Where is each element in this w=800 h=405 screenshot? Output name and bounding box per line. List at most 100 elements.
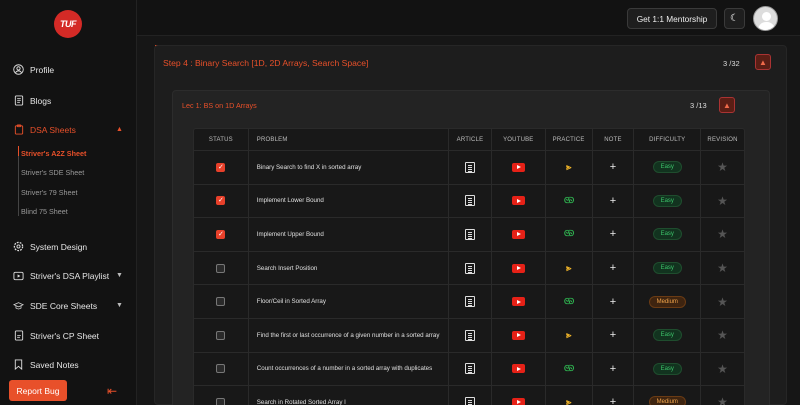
sidebar-subitem-sde[interactable]: Striver's SDE Sheet [21,168,84,177]
header-youtube: YOUTUBE [492,129,546,150]
status-checkbox[interactable] [216,263,226,273]
sidebar-item-blogs[interactable]: Blogs [13,95,51,106]
difficulty-badge: Medium [648,295,686,308]
article-icon[interactable] [465,262,475,274]
article-icon[interactable] [465,396,475,405]
sidebar-item-label: Striver's DSA Playlist [30,270,110,281]
note-cell: + [593,352,635,386]
star-icon[interactable]: ★ [717,295,728,309]
submenu-line [18,146,19,216]
sidebar-item-system-design[interactable]: System Design [13,241,87,252]
practice-cell[interactable]: ᘓᘐ [546,285,593,318]
mentorship-button[interactable]: Get 1:1 Mentorship [627,8,717,29]
lecture-title[interactable]: Lec 1: BS on 1D Arrays [182,101,257,110]
sidebar-item-profile[interactable]: Profile [13,64,54,75]
article-cell [449,218,492,251]
tuf-logo[interactable]: TUF [54,10,82,38]
practice-cell[interactable]: ᘓᘐ [546,352,593,386]
article-icon[interactable] [465,363,475,375]
practice-cell[interactable]: ⪢ [546,151,593,184]
youtube-icon[interactable] [511,297,525,307]
practice-cell[interactable]: ᘓᘐ [546,218,593,251]
problem-cell: Search Insert Position [249,251,450,285]
sidebar-subitem-a2z[interactable]: Striver's A2Z Sheet [21,149,86,158]
article-icon[interactable] [465,228,475,240]
report-bug-button[interactable]: Report Bug [9,380,67,401]
star-icon[interactable]: ★ [717,362,728,376]
sidebar-item-cp-sheet[interactable]: Striver's CP Sheet [13,330,99,341]
step-title[interactable]: Step 4 : Binary Search [1D, 2D Arrays, S… [163,58,368,68]
table-row: Floor/Ceil in Sorted Array ᘓᘐ + Medium ★ [194,285,744,319]
status-checkbox[interactable]: ✓ [216,229,226,239]
problems-table: STATUS PROBLEM ARTICLE YOUTUBE PRACTICE … [193,128,745,405]
status-checkbox[interactable] [216,397,226,405]
difficulty-badge: Easy [652,194,682,207]
moon-icon[interactable]: ☾ [724,8,745,29]
star-icon[interactable]: ★ [717,261,728,275]
youtube-icon[interactable] [511,229,525,239]
difficulty-cell: Easy [634,251,702,285]
graduation-cap-icon [13,300,24,311]
youtube-icon[interactable] [511,364,525,374]
youtube-icon[interactable] [511,330,525,340]
sidebar-subitem-blind75[interactable]: Blind 75 Sheet [21,207,68,216]
bookmark-icon [13,359,24,370]
sidebar-subitem-79[interactable]: Striver's 79 Sheet [21,188,78,197]
status-checkbox[interactable]: ✓ [216,196,226,206]
practice-cell[interactable]: ⪢ [546,251,593,285]
star-icon[interactable]: ★ [717,227,728,241]
problem-cell: Search in Rotated Sorted Array I [249,386,450,405]
avatar[interactable] [753,6,778,31]
plus-icon[interactable]: + [610,195,616,207]
youtube-cell [492,386,546,405]
article-cell [449,251,492,285]
plus-icon[interactable]: + [610,363,616,375]
star-icon[interactable]: ★ [717,194,728,208]
play-icon [13,270,24,281]
note-cell: + [593,218,635,251]
plus-icon[interactable]: + [610,396,616,405]
article-cell [449,352,492,386]
article-icon[interactable] [465,296,475,308]
practice-cell[interactable]: ⪢ [546,386,593,405]
gear-icon [13,241,24,252]
status-checkbox[interactable] [216,330,226,340]
chevron-down-icon[interactable]: ▼ [116,272,123,279]
plus-icon[interactable]: + [610,228,616,240]
lecture-collapse-button[interactable]: ▲ [719,97,735,113]
plus-icon[interactable]: + [610,329,616,341]
youtube-icon[interactable] [511,397,525,405]
sidebar-item-saved-notes[interactable]: Saved Notes [13,359,79,370]
youtube-icon[interactable] [511,263,525,273]
article-icon[interactable] [465,329,475,341]
status-checkbox[interactable] [216,297,226,307]
sidebar-item-dsa-playlist[interactable]: Striver's DSA Playlist ▼ [13,270,123,281]
star-icon[interactable]: ★ [717,160,728,174]
codingninjas-icon: ⪢ [566,161,572,172]
sidebar-item-sde-core[interactable]: SDE Core Sheets ▼ [13,300,123,311]
article-icon[interactable] [465,195,475,207]
youtube-cell [492,318,546,352]
chevron-down-icon[interactable]: ▼ [116,302,123,309]
star-icon[interactable]: ★ [717,328,728,342]
status-checkbox[interactable] [216,364,226,374]
plus-icon[interactable]: + [610,161,616,173]
plus-icon[interactable]: + [610,296,616,308]
youtube-icon[interactable] [511,196,525,206]
status-checkbox[interactable]: ✓ [216,162,226,172]
article-cell [449,318,492,352]
codingninjas-icon: ⪢ [566,329,572,340]
plus-icon[interactable]: + [610,262,616,274]
youtube-icon[interactable] [511,162,525,172]
article-icon[interactable] [465,161,475,173]
sidebar-item-dsa-sheets[interactable]: DSA Sheets ▲ [13,124,123,135]
star-icon[interactable]: ★ [717,395,728,405]
practice-cell[interactable]: ⪢ [546,318,593,352]
table-header: STATUS PROBLEM ARTICLE YOUTUBE PRACTICE … [194,129,744,151]
collapse-sidebar-icon[interactable]: ⇤ [107,384,117,398]
chevron-up-icon[interactable]: ▲ [116,126,123,133]
problem-cell: Implement Lower Bound [249,184,450,218]
step-collapse-button[interactable]: ▲ [755,54,771,70]
practice-cell[interactable]: ᘓᘐ [546,184,593,218]
header-revision: REVISION [707,136,738,143]
